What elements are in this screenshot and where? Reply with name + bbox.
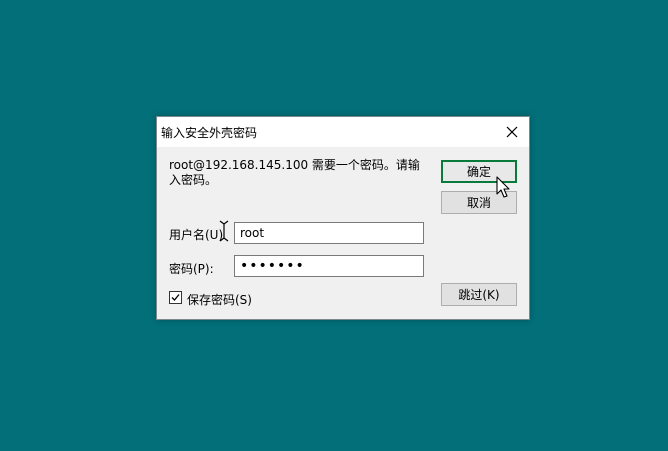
checkmark-icon xyxy=(171,294,180,301)
username-label: 用户名(U) xyxy=(169,228,224,242)
skip-button[interactable]: 跳过(K) xyxy=(441,283,517,306)
close-button[interactable] xyxy=(495,117,529,147)
ssh-password-dialog: 输入安全外壳密码 root@192.168.145.100 需要一个密码。请输入… xyxy=(156,116,530,320)
username-field[interactable]: root xyxy=(234,222,424,244)
mouse-pointer-icon xyxy=(496,176,510,198)
title-bar: 输入安全外壳密码 xyxy=(157,117,529,147)
close-icon xyxy=(506,126,518,138)
dialog-title: 输入安全外壳密码 xyxy=(161,126,258,140)
save-password-label: 保存密码(S) xyxy=(187,293,252,307)
text-cursor-icon xyxy=(219,220,229,242)
prompt-message: root@192.168.145.100 需要一个密码。请输入密码。 xyxy=(169,158,420,187)
password-label: 密码(P): xyxy=(169,262,214,276)
password-field[interactable]: ••••••• xyxy=(234,255,424,277)
save-password-checkbox[interactable] xyxy=(169,291,182,304)
